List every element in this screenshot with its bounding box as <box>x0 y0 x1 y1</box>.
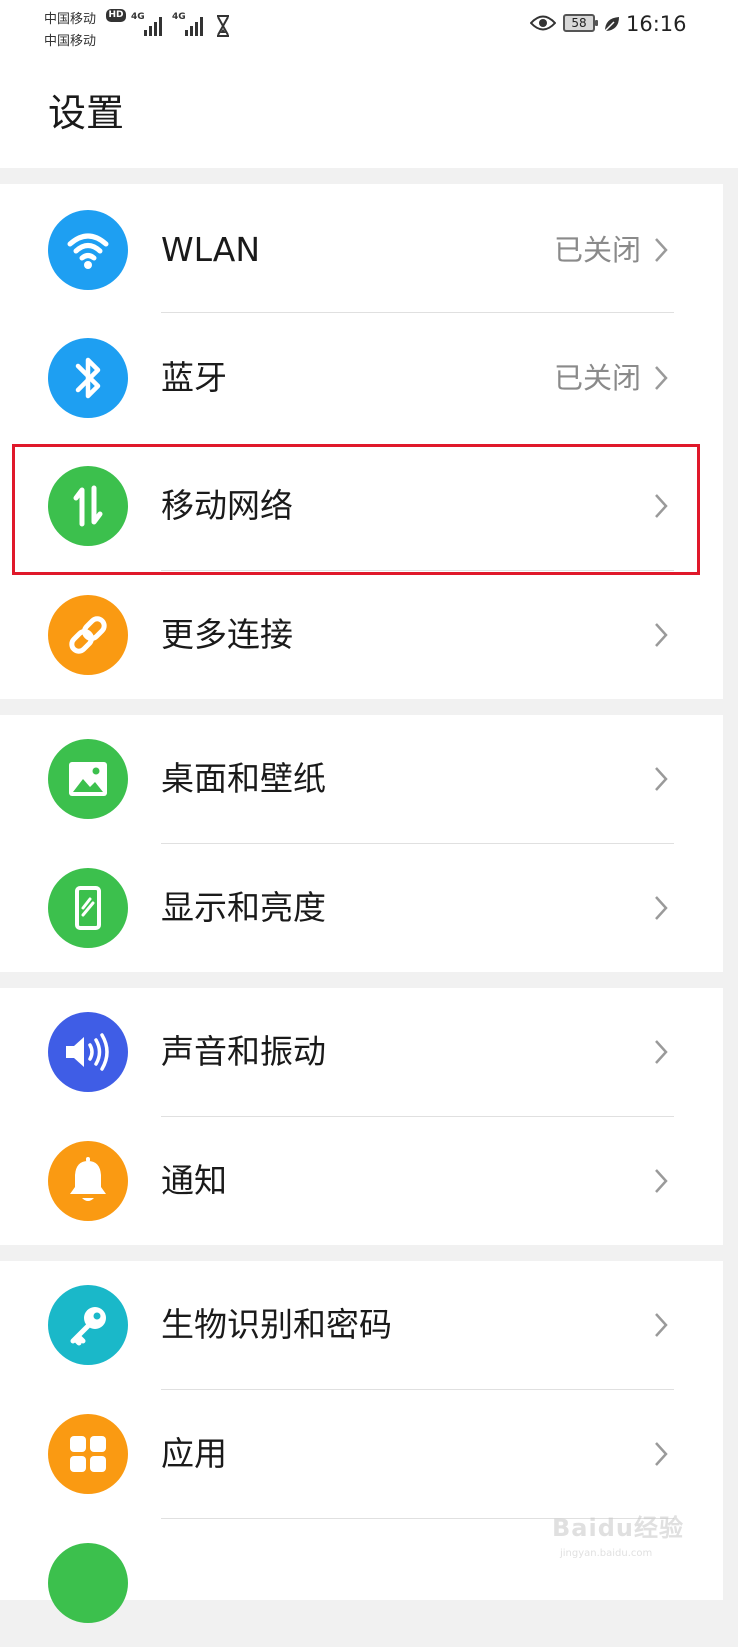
display-icon <box>48 868 128 948</box>
bluetooth-icon <box>48 338 128 418</box>
settings-item-bluetooth[interactable]: 蓝牙 已关闭 <box>0 314 723 442</box>
settings-item-label: 通知 <box>161 1161 227 1200</box>
chevron-right-icon <box>655 1040 668 1064</box>
settings-item-label: WLAN <box>161 230 261 269</box>
settings-item-notifications[interactable]: 通知 <box>0 1117 723 1245</box>
chevron-right-icon <box>655 1442 668 1466</box>
settings-item-label: 移动网络 <box>161 486 293 525</box>
settings-section-sound: 声音和振动 通知 <box>0 988 723 1245</box>
status-bar: 中国移动 HD 中国移动 4G 4G 58 16:16 <box>0 0 738 60</box>
settings-item-sound-vibration[interactable]: 声音和振动 <box>0 988 723 1116</box>
chevron-right-icon <box>655 1169 668 1193</box>
settings-item-label: 声音和振动 <box>161 1032 326 1071</box>
chevron-right-icon <box>655 623 668 647</box>
settings-item-label: 应用 <box>161 1434 227 1473</box>
chevron-right-icon <box>655 1313 668 1337</box>
settings-item-biometrics-password[interactable]: 生物识别和密码 <box>0 1261 723 1389</box>
settings-item-label: 更多连接 <box>161 615 293 654</box>
apps-icon <box>48 1414 128 1494</box>
chevron-right-icon <box>655 366 668 390</box>
hourglass-icon <box>217 15 229 37</box>
key-icon <box>48 1285 128 1365</box>
settings-item-display-brightness[interactable]: 显示和亮度 <box>0 844 723 972</box>
wallpaper-icon <box>48 739 128 819</box>
settings-item-home-wallpaper[interactable]: 桌面和壁纸 <box>0 715 723 843</box>
hd-badge: HD <box>106 9 126 22</box>
settings-item-wlan[interactable]: WLAN 已关闭 <box>0 186 723 314</box>
settings-item-label: 生物识别和密码 <box>161 1305 392 1344</box>
status-time: 16:16 <box>626 12 687 36</box>
chevron-right-icon <box>655 238 668 262</box>
scroll-gutter <box>723 168 738 1600</box>
baidu-watermark: Baidu经验 jingyan.baidu.com <box>552 1500 702 1572</box>
settings-item-status: 已关闭 <box>553 361 641 395</box>
settings-item-label: 蓝牙 <box>161 358 227 397</box>
chevron-right-icon <box>655 767 668 791</box>
eye-comfort-icon <box>530 15 556 31</box>
battery-indicator: 58 <box>563 14 598 32</box>
settings-item-label: 显示和亮度 <box>161 888 326 927</box>
page-title: 设置 <box>48 91 125 135</box>
power-saving-leaf-icon <box>604 17 619 32</box>
header: 设置 <box>0 60 738 168</box>
link-icon <box>48 595 128 675</box>
chevron-right-icon <box>655 896 668 920</box>
bell-icon <box>48 1141 128 1221</box>
carrier-2-label: 中国移动 <box>44 34 97 49</box>
watermark-text: Baidu经验 <box>552 1514 684 1542</box>
settings-item-label: 桌面和壁纸 <box>161 759 326 798</box>
settings-item-mobile-network[interactable]: 移动网络 <box>0 442 723 570</box>
carrier-1-label: 中国移动 <box>44 12 97 27</box>
mobile-data-icon <box>48 466 128 546</box>
settings-item-status: 已关闭 <box>553 233 641 267</box>
wifi-icon <box>48 210 128 290</box>
settings-section-connectivity: WLAN 已关闭 蓝牙 已关闭 移动网络 更多连接 <box>0 184 723 699</box>
settings-item-apps[interactable]: 应用 <box>0 1390 723 1518</box>
settings-section-display: 桌面和壁纸 显示和亮度 <box>0 715 723 972</box>
watermark-sub: jingyan.baidu.com <box>560 1548 653 1559</box>
settings-item-more-connections[interactable]: 更多连接 <box>0 571 723 699</box>
sound-icon <box>48 1012 128 1092</box>
partial-item-icon <box>48 1543 128 1623</box>
chevron-right-icon <box>655 494 668 518</box>
divider <box>161 312 674 313</box>
